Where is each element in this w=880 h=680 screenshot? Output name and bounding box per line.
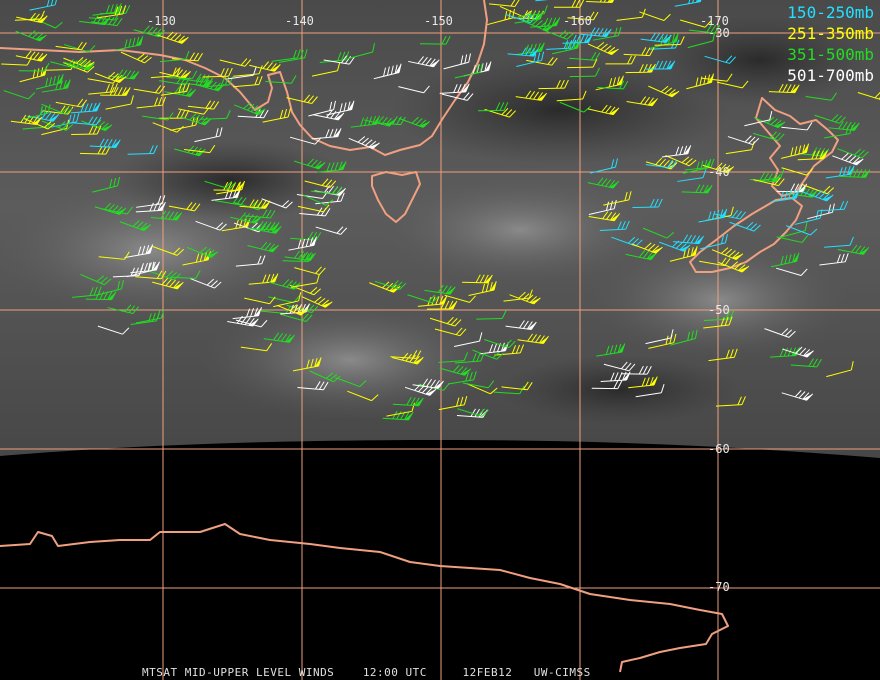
lat-label: -50 xyxy=(708,303,730,317)
lat-label: -70 xyxy=(708,580,730,594)
lon-label: -140 xyxy=(285,14,314,28)
lat-label: -60 xyxy=(708,442,730,456)
footer-source: UW-CIMSS xyxy=(533,666,591,679)
legend-item-150-250: 150-250mb xyxy=(787,3,874,22)
coastline xyxy=(0,523,729,673)
legend-item-501-700: 501-700mb xyxy=(787,66,874,85)
footer-caption: MTSAT MID-UPPER LEVEL WINDS 12:00 UTC 12… xyxy=(142,666,591,679)
lon-label: -160 xyxy=(563,14,592,28)
lon-label: -130 xyxy=(147,14,176,28)
legend-item-351-500: 351-500mb xyxy=(787,45,874,64)
map-canvas: -130 -140 -150 -160 -170 -30 -40 -50 -60… xyxy=(0,0,880,680)
pressure-legend: 150-250mb 251-350mb 351-500mb 501-700mb xyxy=(787,2,874,86)
footer-time: 12:00 UTC xyxy=(362,666,427,679)
footer-product: MTSAT MID-UPPER LEVEL WINDS xyxy=(142,666,335,679)
lon-label: -150 xyxy=(424,14,453,28)
footer-date: 12FEB12 xyxy=(462,666,513,679)
legend-item-251-350: 251-350mb xyxy=(787,24,874,43)
lat-label: -30 xyxy=(708,26,730,40)
satellite-wind-map: -130 -140 -150 -160 -170 -30 -40 -50 -60… xyxy=(0,0,880,680)
lat-label: -40 xyxy=(708,165,730,179)
